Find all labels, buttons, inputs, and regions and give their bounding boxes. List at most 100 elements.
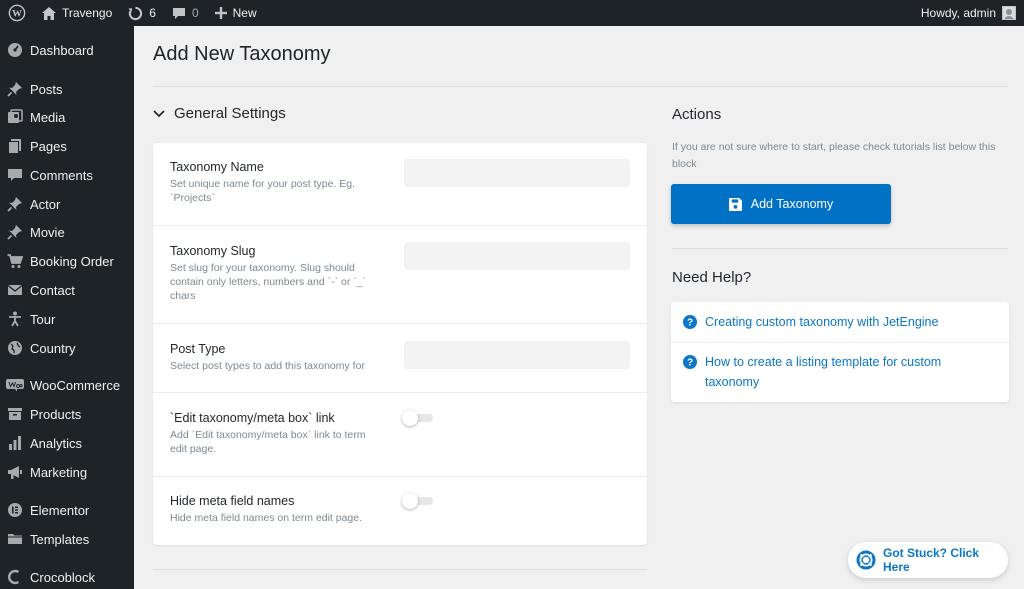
sidebar-item-label: Pages bbox=[30, 138, 67, 154]
help-link-label: How to create a listing template for cus… bbox=[705, 355, 942, 389]
toggle-knob bbox=[402, 493, 418, 509]
elementor-icon bbox=[0, 502, 30, 518]
hide-meta-names-toggle[interactable] bbox=[402, 493, 434, 509]
svg-text:W: W bbox=[12, 9, 22, 20]
general-settings-card: Taxonomy Name Set unique name for your p… bbox=[153, 143, 647, 545]
field-description: Select post types to add this taxonomy f… bbox=[170, 360, 365, 372]
dashboard-icon bbox=[0, 42, 30, 58]
sidebar-item-label: Analytics bbox=[30, 435, 83, 451]
admin-sidebar: Dashboard Posts Media Pages Comments Act… bbox=[0, 26, 134, 589]
sidebar-item-woocommerce[interactable]: WooCommerce bbox=[0, 372, 134, 398]
sidebar-item-label: Contact bbox=[30, 282, 75, 298]
archive-icon bbox=[0, 406, 30, 422]
save-icon bbox=[728, 197, 742, 211]
taxonomy-slug-row: Taxonomy Slug Set slug for your taxonomy… bbox=[153, 226, 647, 324]
sidebar-item-label: Dashboard bbox=[30, 42, 94, 58]
taxonomy-name-row: Taxonomy Name Set unique name for your p… bbox=[153, 143, 647, 226]
comments-link[interactable]: 0 bbox=[164, 0, 207, 26]
pin-icon bbox=[0, 196, 30, 212]
field-label: Taxonomy Name bbox=[170, 160, 264, 174]
updates-count: 6 bbox=[149, 6, 156, 20]
folder-icon bbox=[0, 531, 30, 547]
post-type-row: Post Type Select post types to add this … bbox=[153, 324, 647, 393]
svg-text:?: ? bbox=[687, 358, 693, 369]
greeting: Howdy, admin bbox=[920, 6, 996, 20]
sidebar-item-label: Tour bbox=[30, 311, 56, 327]
help-title: Need Help? bbox=[672, 269, 752, 286]
mail-icon bbox=[0, 282, 30, 298]
sidebar-item-pages[interactable]: Pages bbox=[0, 133, 134, 159]
sidebar-item-label: Templates bbox=[30, 531, 90, 547]
pin-icon bbox=[0, 224, 30, 240]
chevron-down-icon bbox=[153, 109, 167, 118]
site-name: Travengo bbox=[62, 6, 113, 20]
help-link-listing-template[interactable]: ? How to create a listing template for c… bbox=[671, 352, 1009, 392]
sidebar-item-actor[interactable]: Actor bbox=[0, 191, 134, 217]
sidebar-item-analytics[interactable]: Analytics bbox=[0, 430, 134, 456]
wordpress-logo[interactable]: W bbox=[0, 0, 34, 26]
sidebar-item-label: Actor bbox=[30, 196, 61, 212]
sidebar-item-movie[interactable]: Movie bbox=[0, 219, 134, 245]
sidebar-item-contact[interactable]: Contact bbox=[0, 277, 134, 303]
field-label: `Edit taxonomy/meta box` link bbox=[170, 411, 335, 425]
comment-bubble-icon bbox=[172, 7, 186, 20]
sidebar-item-crocoblock[interactable]: Crocoblock bbox=[0, 564, 134, 589]
sidebar-item-elementor[interactable]: Elementor bbox=[0, 497, 134, 523]
sidebar-item-products[interactable]: Products bbox=[0, 401, 134, 427]
question-icon: ? bbox=[683, 355, 697, 369]
sidebar-item-comments[interactable]: Comments bbox=[0, 162, 134, 188]
new-content-link[interactable]: New bbox=[207, 0, 265, 26]
sidebar-item-label: WooCommerce bbox=[30, 377, 121, 393]
woo-icon bbox=[0, 378, 30, 392]
post-type-select[interactable] bbox=[404, 341, 630, 369]
sidebar-item-booking-order[interactable]: Booking Order bbox=[0, 248, 134, 274]
page-title: Add New Taxonomy bbox=[153, 43, 331, 65]
sidebar-item-label: Media bbox=[30, 109, 66, 125]
help-link-custom-taxonomy[interactable]: ? Creating custom taxonomy with JetEngin… bbox=[671, 312, 1009, 332]
got-stuck-button[interactable]: Got Stuck? Click Here bbox=[848, 542, 1008, 578]
sidebar-item-label: Marketing bbox=[30, 464, 88, 480]
help-link-label: Creating custom taxonomy with JetEngine bbox=[705, 315, 939, 329]
divider bbox=[672, 248, 1008, 249]
got-stuck-label: Got Stuck? Click Here bbox=[883, 546, 980, 574]
sidebar-item-templates[interactable]: Templates bbox=[0, 526, 134, 552]
media-icon bbox=[0, 109, 30, 125]
bar-chart-icon bbox=[0, 435, 30, 451]
admin-bar: W Travengo 6 0 New Howdy, admin bbox=[0, 0, 1024, 26]
sidebar-item-media[interactable]: Media bbox=[0, 104, 134, 130]
lifebuoy-icon bbox=[856, 550, 876, 570]
field-description: Hide meta field names on term edit page. bbox=[170, 512, 363, 524]
sidebar-item-dashboard[interactable]: Dashboard bbox=[0, 37, 134, 63]
add-taxonomy-button[interactable]: Add Taxonomy bbox=[671, 184, 891, 224]
site-name-link[interactable]: Travengo bbox=[34, 0, 120, 26]
sidebar-item-tour[interactable]: Tour bbox=[0, 306, 134, 332]
svg-text:?: ? bbox=[687, 318, 693, 329]
sidebar-item-posts[interactable]: Posts bbox=[0, 76, 134, 102]
updates-link[interactable]: 6 bbox=[120, 0, 164, 26]
divider bbox=[153, 569, 647, 570]
sidebar-item-country[interactable]: Country bbox=[0, 335, 134, 361]
account-menu[interactable]: Howdy, admin bbox=[921, 6, 1024, 20]
plus-icon bbox=[214, 7, 227, 19]
crocoblock-icon bbox=[0, 569, 30, 585]
add-taxonomy-label: Add Taxonomy bbox=[750, 197, 834, 211]
edit-link-toggle[interactable] bbox=[402, 410, 434, 426]
edit-link-row: `Edit taxonomy/meta box` link Add `Edit … bbox=[153, 393, 647, 477]
megaphone-icon bbox=[0, 464, 30, 480]
sidebar-item-label: Booking Order bbox=[30, 253, 114, 269]
taxonomy-name-input[interactable] bbox=[404, 159, 630, 187]
cart-icon bbox=[0, 253, 30, 269]
divider bbox=[153, 86, 1008, 87]
field-label: Post Type bbox=[170, 342, 226, 356]
field-description: Add `Edit taxonomy/meta box` link to ter… bbox=[170, 429, 366, 455]
general-settings-toggle[interactable]: General Settings bbox=[153, 105, 286, 122]
taxonomy-slug-input[interactable] bbox=[404, 242, 630, 270]
main-content: Add New Taxonomy General Settings Taxono… bbox=[134, 26, 1024, 589]
sidebar-item-marketing[interactable]: Marketing bbox=[0, 459, 134, 485]
sidebar-item-label: Products bbox=[30, 406, 82, 422]
actions-description: If you are not sure where to start, plea… bbox=[672, 141, 996, 170]
field-description: Set slug for your taxonomy. Slug should … bbox=[170, 262, 367, 302]
refresh-icon bbox=[128, 6, 143, 21]
field-label: Hide meta field names bbox=[170, 494, 295, 508]
toggle-knob bbox=[402, 410, 418, 426]
